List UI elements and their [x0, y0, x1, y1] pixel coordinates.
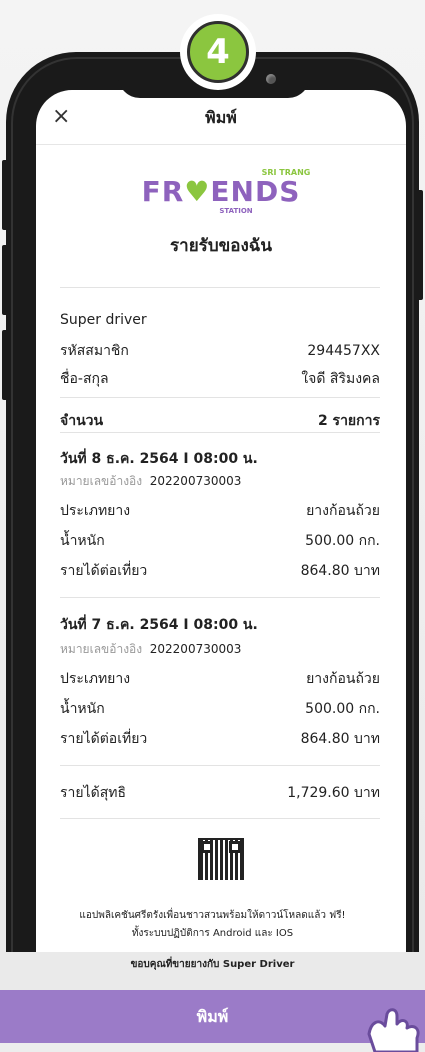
entry-date: วันที่ 7 ธ.ค. 2564 I 08:00 น.: [60, 617, 258, 633]
phone-side-button: [2, 245, 10, 315]
phone-side-button: [415, 190, 423, 300]
logo-main-right: ENDS: [210, 175, 301, 208]
member-id-label: รหัสสมาชิก: [60, 343, 129, 359]
income-value: 864.80 บาท: [300, 563, 380, 579]
rubber-type-value: ยางก้อนถ้วย: [306, 671, 380, 687]
ref-label: หมายเลขอ้างอิง: [60, 474, 143, 488]
header-title: พิมพ์: [205, 108, 237, 127]
friends-station-logo: SRI TRANG FR♥ENDS STATION: [36, 168, 406, 215]
income-value: 864.80 บาท: [300, 731, 380, 747]
count-label: จำนวน: [60, 413, 104, 429]
ref-value: 202200730003: [149, 474, 242, 488]
weight-value: 500.00 กก.: [305, 701, 380, 717]
rubber-type-value: ยางก้อนถ้วย: [306, 503, 380, 519]
logo-main-left: FR: [141, 175, 185, 208]
step-number: 4: [187, 21, 249, 83]
entry-date: วันที่ 8 ธ.ค. 2564 I 08:00 น.: [60, 451, 258, 467]
divider: [60, 818, 380, 819]
phone-screen: × พิมพ์ SRI TRANG FR♥ENDS STATION รายรับ…: [36, 90, 406, 880]
driver-type: Super driver: [60, 312, 147, 328]
logo-sub-text: STATION: [219, 207, 253, 215]
qr-code: [198, 838, 244, 880]
rubber-type-label: ประเภทยาง: [60, 503, 131, 519]
net-income-label: รายได้สุทธิ: [60, 785, 127, 801]
member-name-value: ใจดี สิริมงคล: [301, 371, 380, 387]
footer-thanks-text: ขอบคุณที่ขายยางกับ Super Driver: [130, 959, 295, 970]
ref-value: 202200730003: [149, 642, 242, 656]
divider: [60, 432, 380, 433]
phone-side-button: [2, 330, 10, 400]
divider: [60, 287, 380, 288]
ref-label: หมายเลขอ้างอิง: [60, 642, 143, 656]
income-label: รายได้ต่อเที่ยว: [60, 731, 148, 747]
member-name-label: ชื่อ-สกุล: [60, 371, 109, 387]
divider: [60, 765, 380, 766]
location-pin-icon: ♥: [184, 175, 211, 208]
footer-platform-text: ทั้งระบบปฏิบัติการ Android และ IOS: [131, 928, 294, 939]
pointing-hand-icon: [367, 1008, 420, 1052]
income-label: รายได้ต่อเที่ยว: [60, 563, 148, 579]
divider: [60, 397, 380, 398]
divider: [60, 597, 380, 598]
camera-lens: [266, 74, 276, 84]
count-value: 2 รายการ: [317, 413, 380, 429]
page-title: รายรับของฉัน: [170, 236, 272, 256]
step-badge: 4: [180, 14, 256, 90]
member-id-value: 294457XX: [307, 343, 380, 359]
weight-value: 500.00 กก.: [305, 533, 380, 549]
weight-label: น้ำหนัก: [60, 533, 105, 549]
weight-label: น้ำหนัก: [60, 701, 105, 717]
net-income-value: 1,729.60 บาท: [287, 785, 380, 801]
rubber-type-label: ประเภทยาง: [60, 671, 131, 687]
phone-side-button: [2, 160, 10, 230]
footer-download-text: แอปพลิเคชันศรีตรังเพื่อนชาวสวนพร้อมให้ดา…: [79, 910, 346, 921]
header-bar: × พิมพ์: [36, 90, 406, 145]
